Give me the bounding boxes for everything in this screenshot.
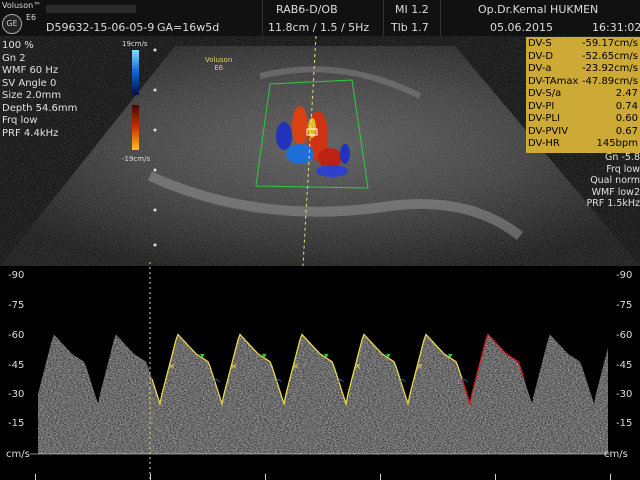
- tick-left-60: -60: [8, 330, 25, 341]
- param-quality: Qual norm: [590, 175, 640, 186]
- tick-left-45: -45: [8, 360, 25, 371]
- d-point-marker: ▾: [324, 352, 329, 362]
- param-depth: Depth 54.6mm: [2, 102, 78, 114]
- tick-left-90: -90: [8, 270, 25, 281]
- header-bar: Voluson™ GE E6 D59632-15-06-05-9 GA=16w5…: [0, 0, 640, 36]
- gestational-age: GA=16w5d: [157, 21, 220, 34]
- color-scale-positive: [132, 50, 139, 95]
- param-doppler-gain: Gn -5.8: [605, 152, 640, 163]
- s-peak-marker: ×: [354, 362, 362, 372]
- param-sv-angle: SV Angle 0: [2, 77, 57, 89]
- thermal-index: Tlb 1.7: [391, 21, 429, 34]
- ge-logo-icon: GE: [2, 14, 22, 34]
- param-gain: Gn 2: [2, 52, 26, 64]
- param-doppler-wmf: WMF low2: [591, 186, 640, 198]
- tick-right-75: -75: [616, 300, 633, 311]
- exam-date: 05.06.2015: [490, 21, 553, 34]
- tick-right-45: -45: [616, 360, 633, 371]
- tick-right-15: -15: [616, 418, 633, 429]
- a-wave-marker: ^: [398, 377, 407, 390]
- tick-left-15: -15: [8, 418, 25, 429]
- colorbar-min: -19cm/s: [122, 155, 151, 163]
- param-frequency: Frq low: [2, 115, 38, 126]
- patient-name-redacted: [46, 5, 136, 13]
- a-wave-marker: ^: [212, 377, 221, 390]
- doppler-spectrum: × ▾ ^ × ▾ ^ × ▾ ^ × ▾ ^ × ▾ ^: [30, 262, 611, 480]
- tick-left-30: -30: [8, 389, 25, 400]
- unit-right: cm/s: [604, 449, 628, 460]
- tick-right-60: -60: [616, 330, 633, 341]
- s-peak-marker: ×: [168, 362, 176, 372]
- a-wave-marker: ^: [460, 377, 469, 390]
- probe-name: RAB6-D/OB: [276, 3, 338, 16]
- colorbar-max: 19cm/s: [122, 40, 148, 48]
- left-parameters: 100 % Gn 2 WMF 60 Hz SV Angle 0 Size 2.0…: [2, 40, 120, 140]
- patient-id: D59632-15-06-05-9: [46, 21, 155, 34]
- imaging-settings: 11.8cm / 1.5 / 5Hz: [268, 21, 370, 34]
- param-wmf: WMF 60 Hz: [2, 65, 59, 76]
- param-doppler-frequency: Frq low: [606, 163, 640, 175]
- unit-left: cm/s: [6, 449, 30, 460]
- measurement-panel: DV-S -59.17cm/s DV-D -52.65cm/s DV-a -23.92…: [526, 37, 640, 153]
- right-parameters: Gn -5.8 Frq low Qual norm WMF low2 PRF 1…: [560, 152, 640, 210]
- mechanical-index: MI 1.2: [395, 3, 429, 16]
- d-point-marker: ▾: [262, 352, 267, 362]
- s-peak-marker: ×: [416, 362, 424, 372]
- d-point-marker: ▾: [448, 352, 453, 362]
- brand-name: Voluson™: [2, 1, 42, 10]
- param-prf: PRF 4.4kHz: [2, 127, 59, 139]
- tick-right-30: -30: [616, 389, 633, 400]
- tick-right-90: -90: [616, 270, 633, 281]
- color-scale-negative: [132, 105, 139, 150]
- operator-name: Op.Dr.Kemal HUKMEN: [478, 3, 599, 16]
- probe-label: Voluson E6: [205, 56, 233, 72]
- a-wave-marker: ^: [336, 377, 345, 390]
- s-peak-marker: ×: [230, 362, 238, 372]
- param-power: 100 %: [2, 40, 34, 51]
- param-size: Size 2.0mm: [2, 90, 62, 101]
- depth-scale: [153, 48, 157, 247]
- model-name: E6: [26, 13, 37, 22]
- exam-time: 16:31:02: [592, 21, 640, 34]
- param-doppler-prf: PRF 1.5kHz: [586, 198, 640, 209]
- d-point-marker: ▾: [200, 352, 205, 362]
- d-point-marker: ▾: [386, 352, 391, 362]
- s-peak-marker: ×: [292, 362, 300, 372]
- tick-left-75: -75: [8, 300, 25, 311]
- a-wave-marker: ^: [274, 377, 283, 390]
